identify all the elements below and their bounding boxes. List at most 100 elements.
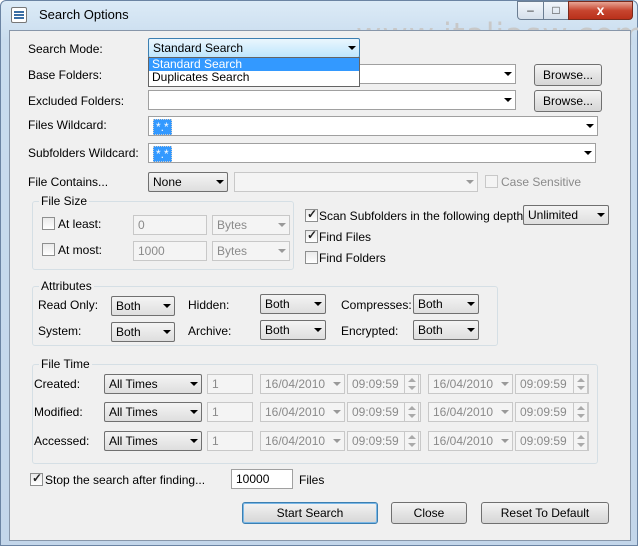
at-least-label: At least:	[58, 217, 102, 231]
read-only-label: Read Only:	[38, 298, 99, 312]
chevron-down-icon	[586, 124, 594, 128]
chevron-down-icon	[466, 180, 474, 184]
created-mode-select[interactable]: All Times	[104, 374, 202, 394]
base-folders-browse-button[interactable]: Browse...	[534, 64, 602, 86]
close-button[interactable]: Close	[391, 502, 467, 524]
file-contains-text-input[interactable]	[234, 172, 478, 192]
files-wildcard-input[interactable]: *.*	[148, 116, 598, 136]
modified-from-time-spinner[interactable]	[404, 402, 419, 422]
reset-to-default-button[interactable]: Reset To Default	[481, 502, 609, 524]
file-size-caption: File Size	[39, 194, 90, 208]
created-number-input[interactable]: 1	[207, 374, 253, 394]
at-most-input[interactable]: 1000	[133, 241, 207, 261]
chevron-down-icon	[163, 330, 171, 334]
stop-search-checkbox[interactable]	[30, 471, 43, 486]
excluded-folders-browse-button[interactable]: Browse...	[534, 90, 602, 112]
accessed-to-time-spinner[interactable]	[573, 431, 588, 451]
created-to-time-spinner[interactable]	[573, 374, 588, 394]
chevron-down-icon	[467, 328, 475, 332]
chevron-down-icon	[501, 382, 509, 386]
created-to-date-value: 16/04/2010	[433, 377, 494, 391]
subfolders-wildcard-label: Subfolders Wildcard:	[28, 146, 139, 160]
find-files-checkbox[interactable]	[305, 228, 318, 243]
modified-number-input[interactable]: 1	[207, 402, 253, 422]
chevron-down-icon	[190, 410, 198, 414]
created-to-date[interactable]: 16/04/2010	[428, 374, 513, 394]
chevron-down-icon	[333, 439, 341, 443]
encrypted-select[interactable]: Both	[413, 320, 479, 340]
accessed-from-date[interactable]: 16/04/2010	[260, 431, 345, 451]
subfolders-wildcard-input[interactable]: *.*	[148, 143, 596, 163]
case-sensitive-checkbox[interactable]	[485, 175, 498, 188]
accessed-to-date-value: 16/04/2010	[433, 434, 494, 448]
file-contains-mode-value: None	[153, 175, 182, 189]
hidden-value: Both	[265, 297, 290, 311]
files-wildcard-label: Files Wildcard:	[28, 118, 107, 132]
file-time-caption: File Time	[39, 357, 92, 371]
chevron-down-icon	[190, 439, 198, 443]
at-least-checkbox[interactable]	[42, 217, 55, 230]
read-only-value: Both	[116, 299, 141, 313]
case-sensitive-label: Case Sensitive	[501, 175, 582, 189]
chevron-down-icon	[163, 304, 171, 308]
scan-depth-value: Unlimited	[528, 208, 579, 222]
created-label: Created:	[34, 377, 81, 391]
file-contains-mode-select[interactable]: None	[148, 172, 228, 192]
window-title: Search Options	[39, 7, 129, 22]
modified-label: Modified:	[34, 405, 83, 419]
attributes-caption: Attributes	[39, 279, 94, 293]
created-from-time-spinner[interactable]	[404, 374, 419, 394]
excluded-folders-input[interactable]	[148, 90, 516, 110]
read-only-select[interactable]: Both	[111, 296, 175, 316]
at-most-label: At most:	[58, 243, 103, 257]
modified-to-date-value: 16/04/2010	[433, 405, 494, 419]
archive-label: Archive:	[188, 324, 232, 338]
created-mode-value: All Times	[109, 377, 158, 391]
chevron-down-icon	[333, 410, 341, 414]
scan-depth-select[interactable]: Unlimited	[523, 205, 609, 225]
archive-select[interactable]: Both	[260, 320, 326, 340]
system-value: Both	[116, 325, 141, 339]
chevron-down-icon	[584, 151, 592, 155]
search-mode-dropdown-list: Standard Search Duplicates Search	[148, 57, 360, 87]
search-mode-select[interactable]: Standard Search	[148, 38, 360, 58]
created-from-date-value: 16/04/2010	[265, 377, 326, 391]
stop-search-unit-label: Files	[299, 473, 325, 487]
stop-search-count-input[interactable]: 10000	[231, 469, 293, 489]
compresses-select[interactable]: Both	[413, 294, 479, 314]
compresses-value: Both	[418, 297, 443, 311]
excluded-folders-label: Excluded Folders:	[28, 94, 125, 108]
at-most-checkbox[interactable]	[42, 243, 55, 256]
find-folders-checkbox[interactable]	[305, 251, 318, 264]
accessed-number-input[interactable]: 1	[207, 431, 253, 451]
system-select[interactable]: Both	[111, 322, 175, 342]
accessed-to-date[interactable]: 16/04/2010	[428, 431, 513, 451]
at-most-unit-select[interactable]: Bytes	[212, 241, 290, 261]
at-least-unit-value: Bytes	[217, 218, 248, 232]
accessed-from-time-spinner[interactable]	[404, 431, 419, 451]
search-mode-value: Standard Search	[153, 41, 244, 55]
base-folders-label: Base Folders:	[28, 68, 103, 82]
modified-to-date[interactable]: 16/04/2010	[428, 402, 513, 422]
subfolders-wildcard-value: *.*	[153, 146, 172, 162]
at-least-input[interactable]: 0	[133, 215, 207, 235]
chevron-down-icon	[348, 46, 356, 50]
chevron-down-icon	[501, 410, 509, 414]
modified-from-date[interactable]: 16/04/2010	[260, 402, 345, 422]
scan-subfolders-label: Scan Subfolders in the following depth:	[319, 209, 527, 223]
chevron-down-icon	[467, 302, 475, 306]
start-search-button[interactable]: Start Search	[242, 502, 378, 524]
search-mode-option-duplicates[interactable]: Duplicates Search	[149, 71, 359, 84]
hidden-select[interactable]: Both	[260, 294, 326, 314]
modified-mode-select[interactable]: All Times	[104, 402, 202, 422]
at-least-unit-select[interactable]: Bytes	[212, 215, 290, 235]
system-label: System:	[38, 324, 82, 338]
modified-to-time-spinner[interactable]	[573, 402, 588, 422]
created-from-date[interactable]: 16/04/2010	[260, 374, 345, 394]
at-most-unit-value: Bytes	[217, 244, 248, 258]
accessed-mode-select[interactable]: All Times	[104, 431, 202, 451]
scan-subfolders-checkbox[interactable]	[305, 207, 318, 222]
chevron-down-icon	[314, 328, 322, 332]
modified-from-date-value: 16/04/2010	[265, 405, 326, 419]
chevron-down-icon	[278, 249, 286, 253]
